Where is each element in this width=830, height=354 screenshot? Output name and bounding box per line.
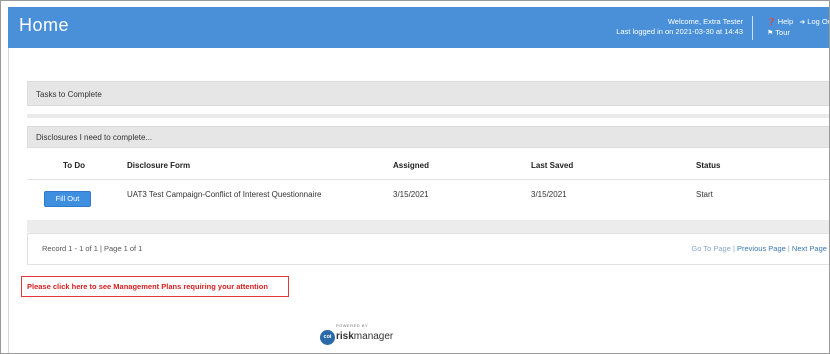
column-header-todo: To Do — [63, 161, 86, 170]
logout-icon: ➜ — [799, 19, 806, 26]
logout-label: Log Out — [807, 17, 829, 26]
flag-icon: ⚑ — [767, 30, 774, 37]
powered-by-text: POWERED BY — [336, 323, 369, 328]
app-window: Home Welcome, Extra Tester Last logged i… — [0, 0, 830, 354]
welcome-text: Welcome, Extra Tester — [667, 17, 743, 26]
go-to-page-link[interactable]: Go To Page — [691, 244, 730, 253]
column-header-last-saved: Last Saved — [531, 161, 574, 170]
coi-logo-icon: coi — [320, 330, 335, 345]
last-saved-date: 3/15/2021 — [531, 190, 567, 199]
logout-link[interactable]: ➜Log Out — [799, 17, 829, 26]
riskmanager-logo-text: riskmanager — [336, 331, 393, 342]
main-content: Tasks to Complete Disclosures I need to … — [8, 48, 829, 353]
disclosures-heading: Disclosures I need to complete... — [36, 133, 153, 142]
help-icon: ❓ — [767, 19, 776, 26]
status-text: Start — [696, 190, 713, 199]
previous-page-link[interactable]: Previous Page — [737, 244, 786, 253]
column-header-assigned: Assigned — [393, 161, 430, 170]
tour-link[interactable]: ⚑ Tour — [767, 28, 790, 37]
assigned-date: 3/15/2021 — [393, 190, 429, 199]
welcome-block: Welcome, Extra Tester Last logged in on … — [616, 17, 743, 37]
tasks-heading: Tasks to Complete — [36, 90, 102, 99]
column-header-form: Disclosure Form — [127, 161, 191, 170]
powered-by-logo: POWERED BY coi riskmanager — [317, 323, 397, 351]
disclosure-form-name: UAT3 Test Campaign-Conflict of Interest … — [127, 190, 322, 199]
record-count: Record 1 - 1 of 1 | Page 1 of 1 — [42, 244, 143, 253]
table-row-divider — [27, 179, 829, 180]
tour-label: Tour — [775, 28, 790, 37]
logo-light-text: manager — [353, 331, 394, 342]
management-plans-highlight: Please click here to see Management Plan… — [21, 276, 289, 297]
management-plans-link[interactable]: Please click here to see Management Plan… — [27, 282, 268, 291]
next-page-link[interactable]: Next Page — [792, 244, 827, 253]
header-links: ❓Help ➜Log Out ⚑Tour — [767, 17, 829, 39]
pagination-bar: Record 1 - 1 of 1 | Page 1 of 1 Go To Pa… — [27, 233, 829, 265]
header-divider — [752, 16, 753, 40]
logo-bold-text: risk — [336, 331, 354, 342]
last-login-text: Last logged in on 2021-03-30 at 14:43 — [616, 27, 743, 36]
help-link[interactable]: ❓ Help — [767, 17, 793, 26]
tasks-divider — [27, 114, 829, 118]
disclosures-section-header: Disclosures I need to complete... — [27, 126, 829, 148]
tasks-section-header: Tasks to Complete — [27, 81, 829, 106]
help-label: Help — [777, 17, 794, 26]
table-footer-strip — [27, 220, 829, 233]
column-header-status: Status — [696, 161, 721, 170]
page-title: Home — [19, 15, 70, 35]
top-header: Home Welcome, Extra Tester Last logged i… — [8, 7, 829, 48]
pagination-nav: Go To Page | Previous Page | Next Page | — [691, 244, 829, 253]
fill-out-button[interactable]: Fill Out — [44, 191, 91, 207]
